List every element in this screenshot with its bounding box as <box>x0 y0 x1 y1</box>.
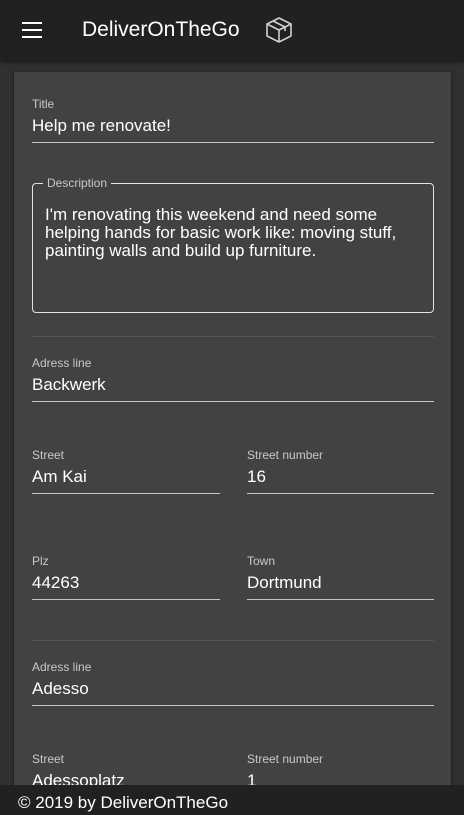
street-number-underline <box>247 493 434 494</box>
description-field[interactable]: Description I'm renovating this weekend … <box>32 176 435 313</box>
app-title: DeliverOnTheGo <box>82 18 240 41</box>
description-label: Description <box>43 176 112 190</box>
section-divider <box>32 336 434 337</box>
street-input[interactable]: Am Kai <box>32 466 87 488</box>
address-line-input[interactable]: Adesso <box>32 678 89 700</box>
plz-underline <box>32 599 220 600</box>
town-input[interactable]: Dortmund <box>247 572 322 594</box>
section-divider <box>32 640 434 641</box>
town-label: Town <box>247 554 276 568</box>
address-line-underline <box>32 705 434 706</box>
hamburger-menu-icon <box>22 22 42 24</box>
street-underline <box>32 493 220 494</box>
copyright-text: © 2019 by DeliverOnTheGo <box>18 793 229 812</box>
street-number-label: Street number <box>247 752 324 766</box>
street-number-input[interactable]: 1 <box>247 770 256 785</box>
hamburger-menu-icon-bar <box>22 29 42 31</box>
job-form-card: Title Help me renovate! Description I'm … <box>14 72 451 785</box>
description-textarea[interactable]: I'm renovating this weekend and need som… <box>45 206 435 260</box>
address-line-input[interactable]: Backwerk <box>32 374 106 396</box>
address-line-label: Adress line <box>32 660 92 674</box>
address-line-underline <box>32 401 434 402</box>
title-input[interactable]: Help me renovate! <box>32 115 171 137</box>
main-content: Title Help me renovate! Description I'm … <box>0 60 464 785</box>
street-label: Street <box>32 752 65 766</box>
plz-input[interactable]: 44263 <box>32 572 79 594</box>
app-toolbar: DeliverOnTheGo <box>0 0 464 60</box>
street-number-input[interactable]: 16 <box>247 466 266 488</box>
plz-label: Plz <box>32 554 49 568</box>
footer: © 2019 by DeliverOnTheGo <box>0 785 464 815</box>
street-label: Street <box>32 448 65 462</box>
menu-button[interactable] <box>20 19 44 41</box>
package-box-icon <box>266 17 292 43</box>
street-input[interactable]: Adessoplatz <box>32 770 125 785</box>
hamburger-menu-icon-bar <box>22 36 42 38</box>
title-label: Title <box>32 97 55 111</box>
town-underline <box>247 599 434 600</box>
title-underline <box>32 142 434 143</box>
street-number-label: Street number <box>247 448 324 462</box>
address-line-label: Adress line <box>32 356 92 370</box>
